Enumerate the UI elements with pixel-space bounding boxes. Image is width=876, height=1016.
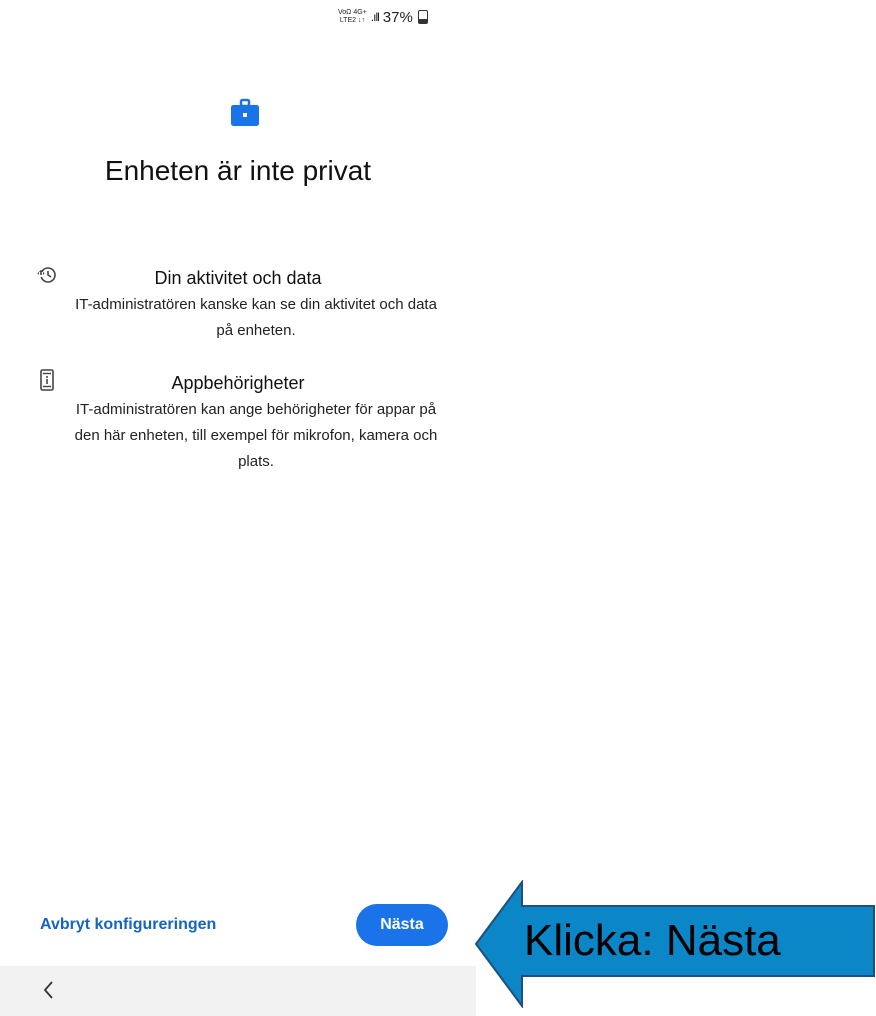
setup-screen: VoΩ 4G+ LTE2 ↓↑ .ıll 37% Enheten är inte… [0,0,476,1016]
network-bottom-text: LTE2 ↓↑ [339,17,365,24]
page-title: Enheten är inte privat [104,155,372,186]
network-top-text: VoΩ 4G+ [338,9,367,16]
next-button[interactable]: Nästa [356,904,448,946]
cancel-setup-link[interactable]: Avbryt konfigureringen [40,916,216,934]
callout-label: Klicka: Nästa [524,916,781,965]
battery-icon [417,10,428,24]
item-body: IT-administratören kan ange behörigheter… [74,401,438,470]
navigation-bar [0,966,476,1016]
status-bar: VoΩ 4G+ LTE2 ↓↑ .ıll 37% [338,6,428,28]
item-heading: Appbehörigheter [171,373,305,393]
signal-bars-icon: .ıll [370,10,380,24]
network-indicator: VoΩ 4G+ LTE2 ↓↑ [338,9,367,25]
battery-percent: 37% [382,8,413,26]
chevron-left-icon[interactable] [38,970,58,1010]
item-body: IT-administratören kanske kan se din akt… [75,296,437,339]
briefcase-icon [231,98,259,126]
item-heading: Din aktivitet och data [154,268,322,288]
